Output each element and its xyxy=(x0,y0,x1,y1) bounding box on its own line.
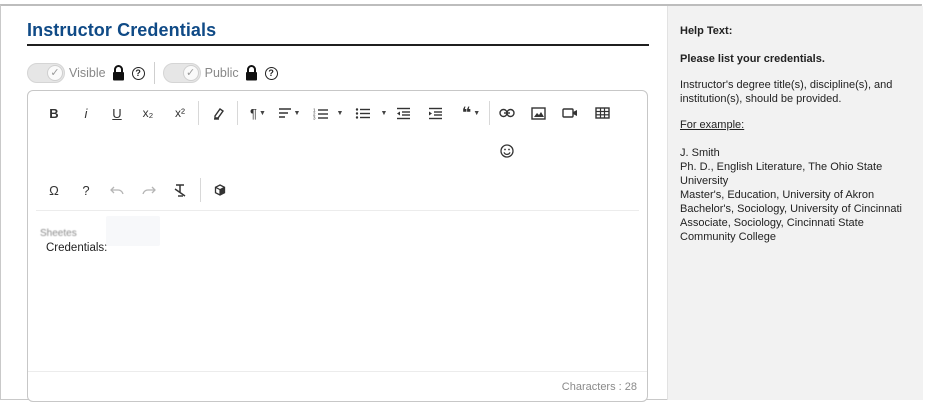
help-body: Instructor's degree title(s), discipline… xyxy=(680,79,893,105)
svg-text:3: 3 xyxy=(313,115,316,120)
chevron-down-icon: ▼ xyxy=(380,109,388,117)
help-icon[interactable]: ? xyxy=(131,66,145,80)
rich-text-editor: B i U x₂ x² ¶ ▼ ▼ 1 2 3 ▼ ▼ ❝ ▼ Ω ? Shee… xyxy=(27,90,648,402)
chevron-down-icon: ▼ xyxy=(336,109,344,117)
character-count: Characters : 28 xyxy=(561,381,637,393)
footer-divider xyxy=(28,371,647,372)
example-item: J. Smith xyxy=(680,147,720,159)
help-text: Help Text: Please list your credentials.… xyxy=(680,24,916,244)
indent-button[interactable] xyxy=(426,102,444,124)
help-icon[interactable]: ? xyxy=(264,66,278,80)
image-icon xyxy=(530,106,546,120)
chevron-down-icon: ▼ xyxy=(293,109,301,117)
bullet-list-button[interactable]: ▼ xyxy=(354,102,388,124)
ordered-list-button[interactable]: 1 2 3 ▼ xyxy=(312,102,344,124)
toolbar-divider xyxy=(489,101,490,125)
cube-icon xyxy=(214,184,226,196)
help-panel: Help Text: Please list your credentials.… xyxy=(667,6,923,400)
visible-label: Visible xyxy=(69,66,106,80)
lock-icon xyxy=(112,65,125,81)
check-icon: ✓ xyxy=(47,65,63,81)
video-button[interactable] xyxy=(560,102,580,124)
toggle-row: ✓ Visible ? ✓ Public ? xyxy=(27,61,278,85)
example-item: Ph. D., English Literature, The Ohio Sta… xyxy=(680,161,883,187)
toolbar-divider xyxy=(36,210,639,211)
bullet-list-icon xyxy=(355,107,370,119)
chevron-down-icon: ▼ xyxy=(473,109,481,117)
redo-button[interactable] xyxy=(140,179,158,201)
superscript-button[interactable]: x² xyxy=(170,102,190,124)
embed-button[interactable] xyxy=(211,179,229,201)
paragraph-format-button[interactable]: ¶ ▼ xyxy=(247,102,269,124)
visible-toggle[interactable]: ✓ xyxy=(27,63,65,83)
example-item: Associate, Sociology, Cincinnati State C… xyxy=(680,217,864,243)
help-button[interactable]: ? xyxy=(78,179,94,201)
paragraph-icon: ¶ xyxy=(250,105,258,121)
faint-highlight xyxy=(106,216,160,246)
editor-content[interactable]: Sheetes Credentials: xyxy=(40,216,160,254)
section-title: Instructor Credentials xyxy=(27,20,217,40)
align-left-icon xyxy=(278,108,291,118)
check-icon: ✓ xyxy=(182,65,199,81)
video-icon xyxy=(562,108,577,118)
quote-icon: ❝ xyxy=(461,105,472,122)
toolbar-divider xyxy=(200,178,201,202)
example-item: Bachelor's, Sociology, University of Cin… xyxy=(680,203,902,215)
special-character-button[interactable]: Ω xyxy=(46,179,62,201)
align-button[interactable]: ▼ xyxy=(277,102,301,124)
title-divider xyxy=(27,44,649,46)
clear-formatting-icon xyxy=(174,184,186,197)
emoji-button[interactable] xyxy=(497,140,517,162)
clear-formatting-button[interactable] xyxy=(171,179,189,201)
ordered-list-icon: 123 xyxy=(313,107,328,120)
outdent-button[interactable] xyxy=(394,102,412,124)
example-list: J. Smith Ph. D., English Literature, The… xyxy=(680,146,916,244)
table-icon xyxy=(594,107,610,119)
toolbar-divider xyxy=(237,101,238,125)
link-button[interactable] xyxy=(497,102,517,124)
example-label: For example: xyxy=(680,119,745,131)
smiley-icon xyxy=(500,144,514,158)
lock-icon xyxy=(245,65,258,81)
faint-text: Sheetes xyxy=(40,228,77,239)
highlight-icon[interactable] xyxy=(210,102,228,124)
indent-icon xyxy=(428,107,442,119)
credentials-text: Credentials: xyxy=(46,242,108,254)
subscript-button[interactable]: x₂ xyxy=(138,102,158,124)
undo-icon xyxy=(110,186,124,195)
outdent-icon xyxy=(396,107,410,119)
underline-button[interactable]: U xyxy=(109,102,125,124)
link-icon xyxy=(499,108,515,118)
undo-button[interactable] xyxy=(108,179,126,201)
table-button[interactable] xyxy=(592,102,612,124)
example-item: Master's, Education, University of Akron xyxy=(680,189,875,201)
quote-button[interactable]: ❝ ▼ xyxy=(458,102,484,124)
credentials-section: Instructor Credentials ✓ Visible ? ✓ Pub… xyxy=(27,6,649,402)
bold-button[interactable]: B xyxy=(46,102,62,124)
redo-icon xyxy=(142,186,156,195)
public-label: Public xyxy=(204,66,239,80)
form-frame: Instructor Credentials ✓ Visible ? ✓ Pub… xyxy=(0,4,923,402)
italic-button[interactable]: i xyxy=(78,102,94,124)
help-subheading: Please list your credentials. xyxy=(680,53,825,65)
toolbar-divider xyxy=(198,101,199,125)
toggle-divider xyxy=(153,62,155,84)
help-heading: Help Text: xyxy=(680,25,733,37)
image-button[interactable] xyxy=(528,102,548,124)
chevron-down-icon: ▼ xyxy=(259,109,266,117)
public-toggle[interactable]: ✓ xyxy=(162,63,201,83)
